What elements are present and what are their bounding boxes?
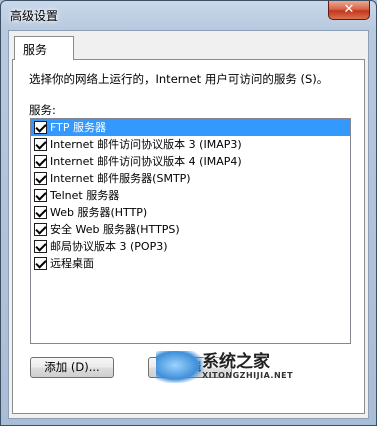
service-list-item[interactable]: Internet 邮件服务器(SMTP) xyxy=(31,170,350,187)
service-list-item[interactable]: Web 服务器(HTTP) xyxy=(31,204,350,221)
close-icon: ✕ xyxy=(343,2,355,17)
services-listbox[interactable]: FTP 服务器 Internet 邮件访问协议版本 3 (IMAP3) Intern… xyxy=(30,118,351,344)
service-list-item[interactable]: FTP 服务器 xyxy=(31,119,350,136)
service-checkbox[interactable] xyxy=(34,121,47,134)
window-title: 高级设置 xyxy=(10,9,59,23)
service-checkbox[interactable] xyxy=(34,206,47,219)
site-watermark: 系统之家 XITONGZHIJIA.NET xyxy=(156,347,316,389)
service-list-item[interactable]: 远程桌面 xyxy=(31,255,350,272)
service-label: Telnet 服务器 xyxy=(50,189,120,202)
services-list-label: 服务: xyxy=(29,103,56,117)
service-checkbox[interactable] xyxy=(34,138,47,151)
watermark-text: 系统之家 xyxy=(202,352,270,372)
service-label: 远程桌面 xyxy=(50,257,94,270)
service-label: FTP 服务器 xyxy=(50,121,106,134)
close-button[interactable]: ✕ xyxy=(328,1,370,20)
service-checkbox[interactable] xyxy=(34,155,47,168)
tab-services[interactable]: 服务 xyxy=(14,36,74,60)
service-label: 安全 Web 服务器(HTTPS) xyxy=(50,223,180,236)
service-checkbox[interactable] xyxy=(34,172,47,185)
service-label: Web 服务器(HTTP) xyxy=(50,206,148,219)
service-checkbox[interactable] xyxy=(34,240,47,253)
service-checkbox[interactable] xyxy=(34,189,47,202)
service-checkbox[interactable] xyxy=(34,223,47,236)
tab-label: 服务 xyxy=(23,43,48,57)
service-label: Internet 邮件访问协议版本 3 (IMAP3) xyxy=(50,138,242,151)
service-checkbox[interactable] xyxy=(34,257,47,270)
service-list-item[interactable]: Telnet 服务器 xyxy=(31,187,350,204)
title-bar[interactable]: 高级设置 ✕ xyxy=(1,1,376,29)
services-description: 选择你的网络上运行的，Internet 用户可访问的服务 (S)。 xyxy=(29,72,329,86)
watermark-logo-icon xyxy=(156,351,204,383)
service-list-item[interactable]: 安全 Web 服务器(HTTPS) xyxy=(31,221,350,238)
service-label: Internet 邮件服务器(SMTP) xyxy=(50,172,191,185)
watermark-url: XITONGZHIJIA.NET xyxy=(202,371,294,380)
service-label: Internet 邮件访问协议版本 4 (IMAP4) xyxy=(50,155,242,168)
add-button[interactable]: 添加 (D)... xyxy=(30,357,114,378)
service-list-item[interactable]: 邮局协议版本 3 (POP3) xyxy=(31,238,350,255)
service-list-item[interactable]: Internet 邮件访问协议版本 4 (IMAP4) xyxy=(31,153,350,170)
advanced-settings-dialog: 高级设置 ✕ 服务 选择你的网络上运行的，Internet 用户可访问的服务 (… xyxy=(0,0,377,426)
service-list-item[interactable]: Internet 邮件访问协议版本 3 (IMAP3) xyxy=(31,136,350,153)
service-label: 邮局协议版本 3 (POP3) xyxy=(50,240,168,253)
